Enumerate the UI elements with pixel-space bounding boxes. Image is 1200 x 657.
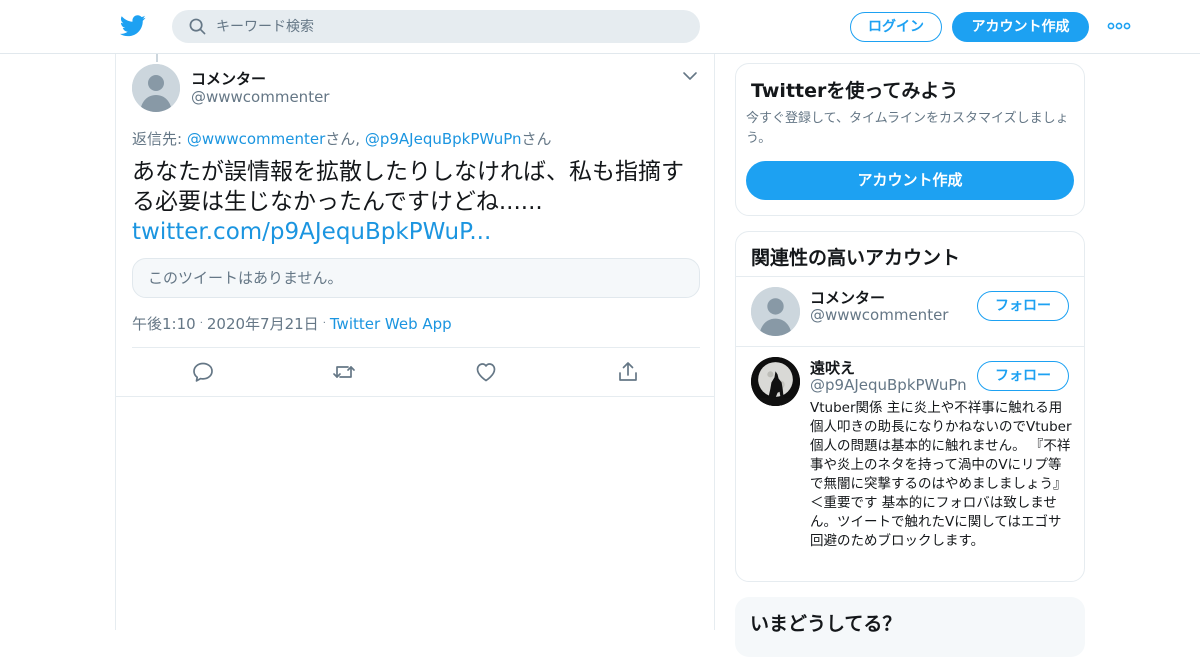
trends-card: いまどうしてる？ bbox=[735, 597, 1085, 657]
author-handle[interactable]: @wwwcommenter bbox=[191, 88, 329, 106]
related-accounts-card: 関連性の高いアカウント コメンター @wwwcommenter フォロー 遠吠え… bbox=[735, 231, 1085, 582]
heart-icon[interactable] bbox=[474, 360, 498, 384]
top-navigation-bar: ログイン アカウント作成 bbox=[0, 0, 1200, 54]
login-button[interactable]: ログイン bbox=[850, 12, 942, 42]
tweet-source[interactable]: Twitter Web App bbox=[330, 315, 452, 333]
meta-separator: · bbox=[199, 318, 203, 329]
signup-card-description: 今すぐ登録して、タイムラインをカスタマイズしましょう。 bbox=[746, 111, 1069, 146]
twitter-bird-icon[interactable] bbox=[120, 14, 146, 38]
quote-unavailable-text: このツイートはありません。 bbox=[148, 269, 343, 287]
reply-honorific-2: さん bbox=[521, 130, 552, 148]
reply-prefix: 返信先: bbox=[132, 130, 187, 148]
tweet-metadata: 午後1:10 · 2020年7月21日 · Twitter Web App bbox=[132, 313, 452, 334]
related-account-handle[interactable]: @p9AJequBpkPWuPn bbox=[810, 376, 967, 394]
related-account-bio: Vtuber関係 主に炎上や不祥事に触れる用 個人叩きの助長になりかねないのでV… bbox=[810, 400, 1072, 549]
howling-wolf-moon-icon bbox=[751, 357, 800, 406]
related-card-title: 関連性の高いアカウント bbox=[751, 247, 961, 269]
tweet-time[interactable]: 午後1:10 bbox=[132, 315, 196, 333]
related-account-avatar[interactable] bbox=[751, 287, 800, 336]
signup-card: Twitterを使ってみよう 今すぐ登録して、タイムラインをカスタマイズしましょ… bbox=[735, 63, 1085, 216]
share-icon[interactable] bbox=[616, 360, 640, 384]
signup-card-button[interactable]: アカウント作成 bbox=[746, 161, 1074, 200]
reply-context: 返信先: @wwwcommenterさん, @p9AJequBpkPWuPnさん bbox=[132, 128, 552, 149]
tweet-bottom-border bbox=[116, 396, 714, 397]
signup-card-title: Twitterを使ってみよう bbox=[751, 80, 959, 102]
related-account-name[interactable]: コメンター bbox=[810, 287, 885, 308]
tweet-link[interactable]: twitter.com/p9AJequBpkPWuP... bbox=[132, 217, 491, 247]
search-icon bbox=[189, 18, 206, 35]
reply-mention-1[interactable]: @wwwcommenter bbox=[187, 130, 325, 148]
related-account-handle[interactable]: @wwwcommenter bbox=[810, 306, 948, 324]
divider bbox=[736, 276, 1084, 277]
reply-honorific-1: さん, bbox=[325, 130, 365, 148]
tweet-text: あなたが誤情報を拡散したりしなければ、私も指摘する必要は生じなかったんですけどね… bbox=[132, 159, 684, 215]
related-account-name[interactable]: 遠吠え bbox=[810, 357, 855, 378]
meta-separator: · bbox=[322, 318, 326, 329]
author-name[interactable]: コメンター bbox=[191, 68, 266, 89]
signup-button[interactable]: アカウント作成 bbox=[952, 12, 1089, 42]
related-account-avatar[interactable] bbox=[751, 357, 800, 406]
search-input[interactable] bbox=[216, 10, 686, 43]
tweet-date[interactable]: 2020年7月21日 bbox=[207, 315, 319, 333]
trends-card-title: いまどうしてる？ bbox=[750, 613, 902, 635]
reply-mention-2[interactable]: @p9AJequBpkPWuPn bbox=[365, 130, 522, 148]
author-avatar[interactable] bbox=[132, 64, 180, 112]
divider bbox=[736, 346, 1084, 347]
default-profile-icon bbox=[751, 287, 800, 336]
retweet-icon[interactable] bbox=[332, 360, 356, 384]
reply-icon[interactable] bbox=[191, 360, 215, 384]
tweet-column: コメンター @wwwcommenter 返信先: @wwwcommenterさん… bbox=[115, 54, 715, 630]
default-profile-icon bbox=[132, 64, 180, 112]
chevron-down-icon[interactable] bbox=[682, 70, 698, 82]
unavailable-quote-tweet: このツイートはありません。 bbox=[132, 258, 700, 298]
thread-connector-line bbox=[156, 54, 158, 62]
follow-button[interactable]: フォロー bbox=[977, 361, 1069, 391]
search-bar[interactable] bbox=[172, 10, 700, 43]
more-options-icon[interactable] bbox=[1107, 20, 1131, 32]
divider bbox=[132, 347, 700, 348]
follow-button[interactable]: フォロー bbox=[977, 291, 1069, 321]
